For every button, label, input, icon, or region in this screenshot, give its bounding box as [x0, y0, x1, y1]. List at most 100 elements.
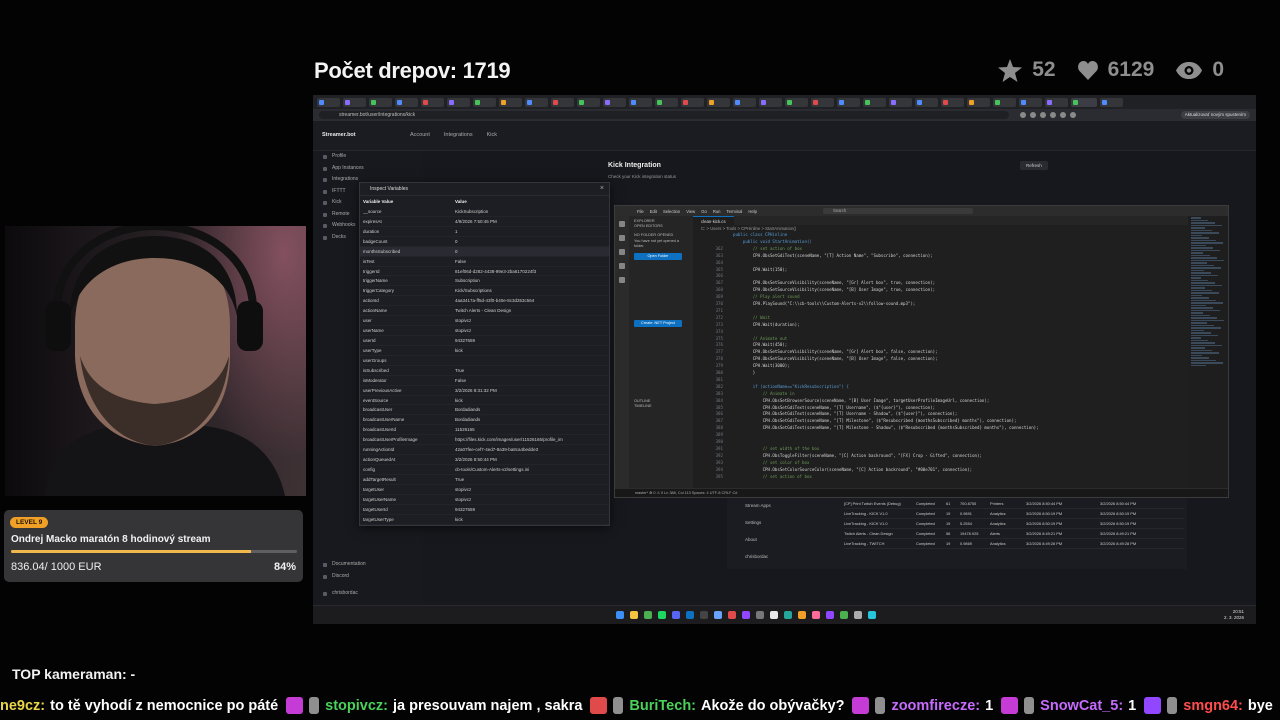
open-folder-button[interactable]: Open Folder — [634, 253, 682, 261]
variable-row[interactable]: __source KickSubscription — [360, 207, 609, 217]
table-row[interactable]: LiveTracking - TWITCH Completed 19 0.9869 An… — [844, 539, 1184, 549]
table-row[interactable]: [CP] Print Twitch Events (Debug) Complete… — [844, 499, 1184, 509]
file-explorer-icon[interactable] — [630, 611, 638, 619]
sidebar-item-discord[interactable]: Discord — [323, 571, 366, 583]
extensions-icon[interactable] — [619, 277, 625, 283]
menu-view[interactable]: View — [686, 209, 695, 214]
browser-tab[interactable] — [967, 97, 990, 107]
command-search[interactable]: Search — [822, 208, 973, 214]
browser-tab[interactable] — [759, 97, 782, 107]
variable-row[interactable]: actionId 4aa3417a-ff5d-43f0-b40e-8c3d353c… — [360, 296, 609, 307]
browser-tab[interactable] — [811, 97, 834, 107]
browser-tab[interactable] — [343, 97, 366, 107]
variable-row[interactable]: broadcastUser Bordadiands — [360, 405, 609, 416]
taskbar-clock[interactable]: 20:51 2. 3. 2026 — [1224, 609, 1244, 621]
variable-row[interactable]: targetUser stopivcz — [360, 485, 609, 495]
create-dotnet-project-button[interactable]: Create .NET Project — [634, 320, 682, 328]
browser-tab[interactable] — [915, 97, 938, 107]
variable-row[interactable]: targetUserType kick — [360, 515, 609, 525]
browser-tab[interactable] — [941, 97, 964, 107]
extension-icon[interactable] — [1020, 112, 1026, 118]
chat-username[interactable]: smgn64: — [1183, 698, 1243, 714]
extension-icon[interactable] — [1060, 112, 1066, 118]
run-debug-icon[interactable] — [619, 263, 625, 269]
minimap[interactable] — [1188, 216, 1228, 490]
variable-row[interactable]: addTargetResult True — [360, 475, 609, 485]
code-content[interactable]: public class CPHinline public void Start… — [693, 232, 1188, 490]
variable-row[interactable]: isModerator False — [360, 376, 609, 386]
variable-row[interactable]: broadcastUserId 11526165 — [360, 425, 609, 436]
streamerbot-logo[interactable]: Streamer.bot — [322, 132, 356, 138]
variable-row[interactable]: userName stopivcz — [360, 326, 609, 336]
menu-item-user[interactable]: chrisbordac — [727, 548, 1187, 565]
app-icon[interactable] — [798, 611, 806, 619]
explorer-icon[interactable] — [619, 221, 625, 227]
menu-edit[interactable]: Edit — [650, 209, 657, 214]
menu-go[interactable]: Go — [701, 209, 707, 214]
open-editors-header[interactable]: OPEN EDITORS — [634, 224, 688, 229]
sidebar-item-app-instances[interactable]: App Instances — [323, 163, 423, 175]
close-icon[interactable]: × — [600, 185, 604, 192]
app-icon[interactable] — [770, 611, 778, 619]
url-field[interactable]: streamer.bot/user/integrations/kick — [319, 111, 1009, 119]
browser-tab[interactable] — [499, 97, 522, 107]
variable-row[interactable]: isSubscribed True — [360, 366, 609, 376]
browser-tab[interactable] — [785, 97, 808, 107]
chat-username[interactable]: zoomfirecze: — [891, 698, 980, 714]
table-row[interactable]: Twitch Alerts - Clean Design Completed 56 1… — [844, 529, 1184, 539]
variable-row[interactable]: userPreviousActive 3/2/2026 8:31:32 PM — [360, 386, 609, 396]
variable-row[interactable]: broadcastUserProfileImage https://files.k… — [360, 435, 609, 446]
variable-row[interactable]: broadcastUserName Bordadiands — [360, 415, 609, 426]
browser-tab[interactable] — [655, 97, 678, 107]
browser-tab[interactable] — [421, 97, 444, 107]
app-icon[interactable] — [714, 611, 722, 619]
variable-row[interactable]: userGroups — [360, 356, 609, 366]
table-row[interactable]: LiveTracking - KICK V1.0 Completed 19 5.255… — [844, 519, 1184, 529]
browser-tab[interactable] — [525, 97, 548, 107]
app-icon[interactable] — [854, 611, 862, 619]
editor-tab[interactable]: clean-kick.cs — [693, 216, 734, 225]
sidebar-item-profile[interactable]: Profile — [323, 151, 423, 163]
nav-integrations[interactable]: Integrations — [444, 132, 473, 138]
browser-tab[interactable] — [629, 97, 652, 107]
variable-row[interactable]: targetUserName stopivcz — [360, 495, 609, 505]
browser-tab[interactable] — [707, 97, 730, 107]
variable-row[interactable]: config cb-tools/Custom-Alerts-v2/settings… — [360, 465, 609, 475]
chat-username[interactable]: stopivcz: — [325, 698, 388, 714]
browser-tab[interactable] — [317, 97, 340, 107]
variable-row[interactable]: triggerId 81ef06d-d282-4438-99e3-2ba61702… — [360, 267, 609, 277]
sidebar-item-documentation[interactable]: Documentation — [323, 559, 366, 571]
app-icon[interactable] — [784, 611, 792, 619]
browser-tab[interactable] — [1019, 97, 1042, 107]
browser-tab[interactable] — [1045, 97, 1068, 107]
variable-row[interactable]: actionName Twitch Alerts - Clean Design — [360, 306, 609, 317]
variable-row[interactable]: userId 94327659 — [360, 336, 609, 346]
start-icon[interactable] — [616, 611, 624, 619]
browser-tab[interactable] — [447, 97, 470, 107]
menu-help[interactable]: Help — [748, 209, 757, 214]
discord-icon[interactable] — [672, 611, 680, 619]
browser-tab-active[interactable] — [1071, 97, 1097, 107]
nav-kick[interactable]: Kick — [487, 132, 497, 138]
variable-row[interactable]: targetUserId 94327659 — [360, 505, 609, 515]
browser-tab[interactable] — [681, 97, 704, 107]
variable-row[interactable]: badgeCount 0 — [360, 237, 609, 247]
menu-terminal[interactable]: Terminal — [727, 209, 743, 214]
extension-icon[interactable] — [1040, 112, 1046, 118]
variable-row[interactable]: expiresAt 4/9/2026 7:50:45 PM — [360, 217, 609, 227]
browser-tab[interactable] — [837, 97, 860, 107]
update-button[interactable]: Aktualizovať novým spustením — [1180, 111, 1250, 119]
browser-tab[interactable] — [1100, 97, 1123, 107]
app-icon[interactable] — [868, 611, 876, 619]
browser-tab[interactable] — [473, 97, 496, 107]
variable-row[interactable]: isTest False — [360, 257, 609, 267]
extension-icon[interactable] — [1050, 112, 1056, 118]
app-icon[interactable] — [840, 611, 848, 619]
variable-row[interactable]: runningActionId 42a07fee-cef7-4ed7-8a39-b… — [360, 445, 609, 456]
refresh-button[interactable]: Refresh — [1020, 161, 1048, 170]
chrome-icon[interactable] — [644, 611, 652, 619]
app-icon[interactable] — [812, 611, 820, 619]
extension-icon[interactable] — [1030, 112, 1036, 118]
menu-selection[interactable]: Selection — [663, 209, 680, 214]
variable-row[interactable]: monthsSubscribed 0 — [360, 246, 609, 257]
